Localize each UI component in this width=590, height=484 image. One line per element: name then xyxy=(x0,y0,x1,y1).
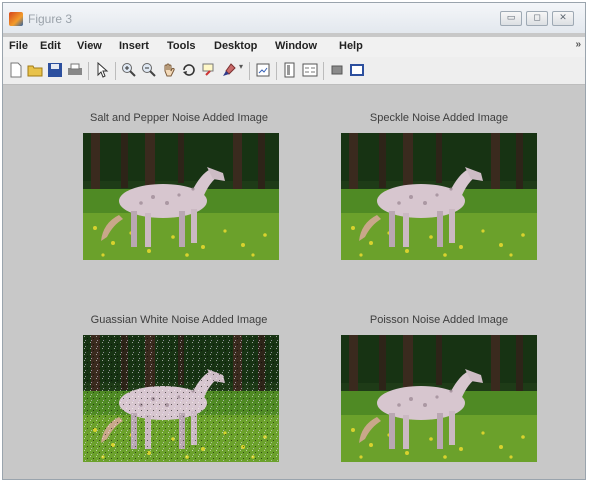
window-title: Figure 3 xyxy=(28,12,73,26)
toolbar-separator xyxy=(88,62,89,80)
legend-icon[interactable] xyxy=(302,62,318,83)
menu-edit[interactable]: Edit xyxy=(40,40,61,52)
menu-overflow-icon[interactable]: » xyxy=(575,39,581,50)
new-figure-icon[interactable] xyxy=(8,62,24,83)
toolbar-separator xyxy=(276,62,277,80)
title-bar: Figure 3 ▭ ◻ ✕ xyxy=(3,3,585,33)
menu-insert[interactable]: Insert xyxy=(119,40,149,52)
link-plot-icon[interactable] xyxy=(255,62,271,83)
subplot-title-poisson: Poisson Noise Added Image xyxy=(369,314,509,326)
menu-view[interactable]: View xyxy=(77,40,102,52)
menu-desktop[interactable]: Desktop xyxy=(214,40,257,52)
brush-dropdown-icon[interactable]: ▾ xyxy=(239,62,243,71)
hide-plot-tools-icon[interactable] xyxy=(329,62,345,83)
matlab-logo-icon xyxy=(9,12,23,26)
menu-file[interactable]: File xyxy=(9,40,28,52)
zoom-out-icon[interactable] xyxy=(141,62,157,83)
image-salt-pepper-noise xyxy=(83,133,279,260)
colorbar-icon[interactable] xyxy=(282,62,298,83)
menu-bar: File Edit View Insert Tools Desktop Wind… xyxy=(3,37,585,57)
show-plot-tools-icon[interactable] xyxy=(349,62,365,83)
toolbar-separator xyxy=(323,62,324,80)
menu-window[interactable]: Window xyxy=(275,40,317,52)
brush-icon[interactable] xyxy=(221,62,237,83)
print-icon[interactable] xyxy=(67,62,83,83)
data-cursor-icon[interactable] xyxy=(201,62,217,83)
close-button[interactable]: ✕ xyxy=(552,11,574,26)
menu-help[interactable]: Help xyxy=(339,40,363,52)
zoom-in-icon[interactable] xyxy=(121,62,137,83)
minimize-button[interactable]: ▭ xyxy=(500,11,522,26)
subplot-title-speckle: Speckle Noise Added Image xyxy=(369,112,509,124)
maximize-button[interactable]: ◻ xyxy=(526,11,548,26)
open-file-icon[interactable] xyxy=(27,62,43,83)
rotate-3d-icon[interactable] xyxy=(181,62,197,83)
figure-toolbar: ▾ xyxy=(3,57,585,85)
toolbar-separator xyxy=(115,62,116,80)
image-speckle-noise xyxy=(341,133,537,260)
image-gaussian-noise xyxy=(83,335,279,462)
image-poisson-noise xyxy=(341,335,537,462)
subplot-title-salt-pepper: Salt and Pepper Noise Added Image xyxy=(90,112,268,124)
subplot-title-gaussian: Guassian White Noise Added Image xyxy=(90,314,268,326)
figure-canvas: Salt and Pepper Noise Added Image Speckl… xyxy=(3,85,585,479)
pan-icon[interactable] xyxy=(161,62,177,83)
toolbar-separator xyxy=(249,62,250,80)
figure-window: Figure 3 ▭ ◻ ✕ File Edit View Insert Too… xyxy=(2,2,586,480)
save-icon[interactable] xyxy=(47,62,63,83)
pointer-icon[interactable] xyxy=(94,61,110,83)
menu-tools[interactable]: Tools xyxy=(167,40,196,52)
